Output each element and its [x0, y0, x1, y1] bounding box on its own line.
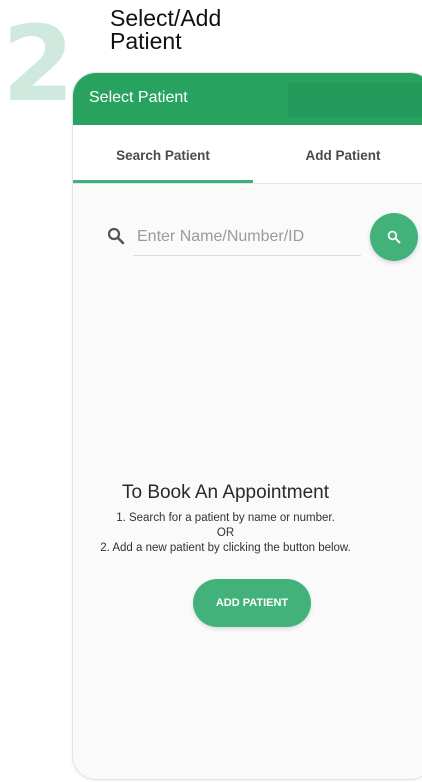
empty-state-title: To Book An Appointment — [121, 482, 330, 503]
add-patient-button[interactable]: ADD PATIENT — [193, 579, 311, 627]
step-title-line-2: Patient — [110, 28, 182, 54]
app-bar-title: Select Patient — [89, 89, 188, 106]
tab-add-patient[interactable]: Add Patient — [253, 125, 422, 183]
tab-bar: Search Patient Add Patient — [73, 125, 422, 184]
search-icon — [387, 230, 401, 244]
app-bar-shade — [288, 83, 422, 117]
empty-state-or: OR — [216, 527, 235, 539]
search-button[interactable] — [370, 213, 418, 261]
stage: 2 Select/Add Patient Select Patient Sear… — [0, 0, 422, 782]
empty-state-line-1: 1. Search for a patient by name or numbe… — [116, 512, 335, 524]
search-row — [73, 213, 422, 269]
step-number: 2 — [2, 3, 74, 125]
search-input[interactable] — [133, 219, 361, 256]
tab-active-indicator — [73, 180, 253, 183]
phone-screen: Select Patient Search Patient Add Patien… — [72, 72, 422, 780]
app-bar: Select Patient — [73, 73, 422, 125]
step-title: Select/Add Patient — [110, 7, 221, 53]
search-icon — [107, 227, 125, 245]
tab-search-patient[interactable]: Search Patient — [73, 125, 253, 183]
empty-state-line-2: 2. Add a new patient by clicking the but… — [100, 542, 351, 554]
empty-state: To Book An Appointment 1. Search for a p… — [73, 481, 378, 556]
step-title-line-1: Select/Add — [110, 5, 222, 31]
